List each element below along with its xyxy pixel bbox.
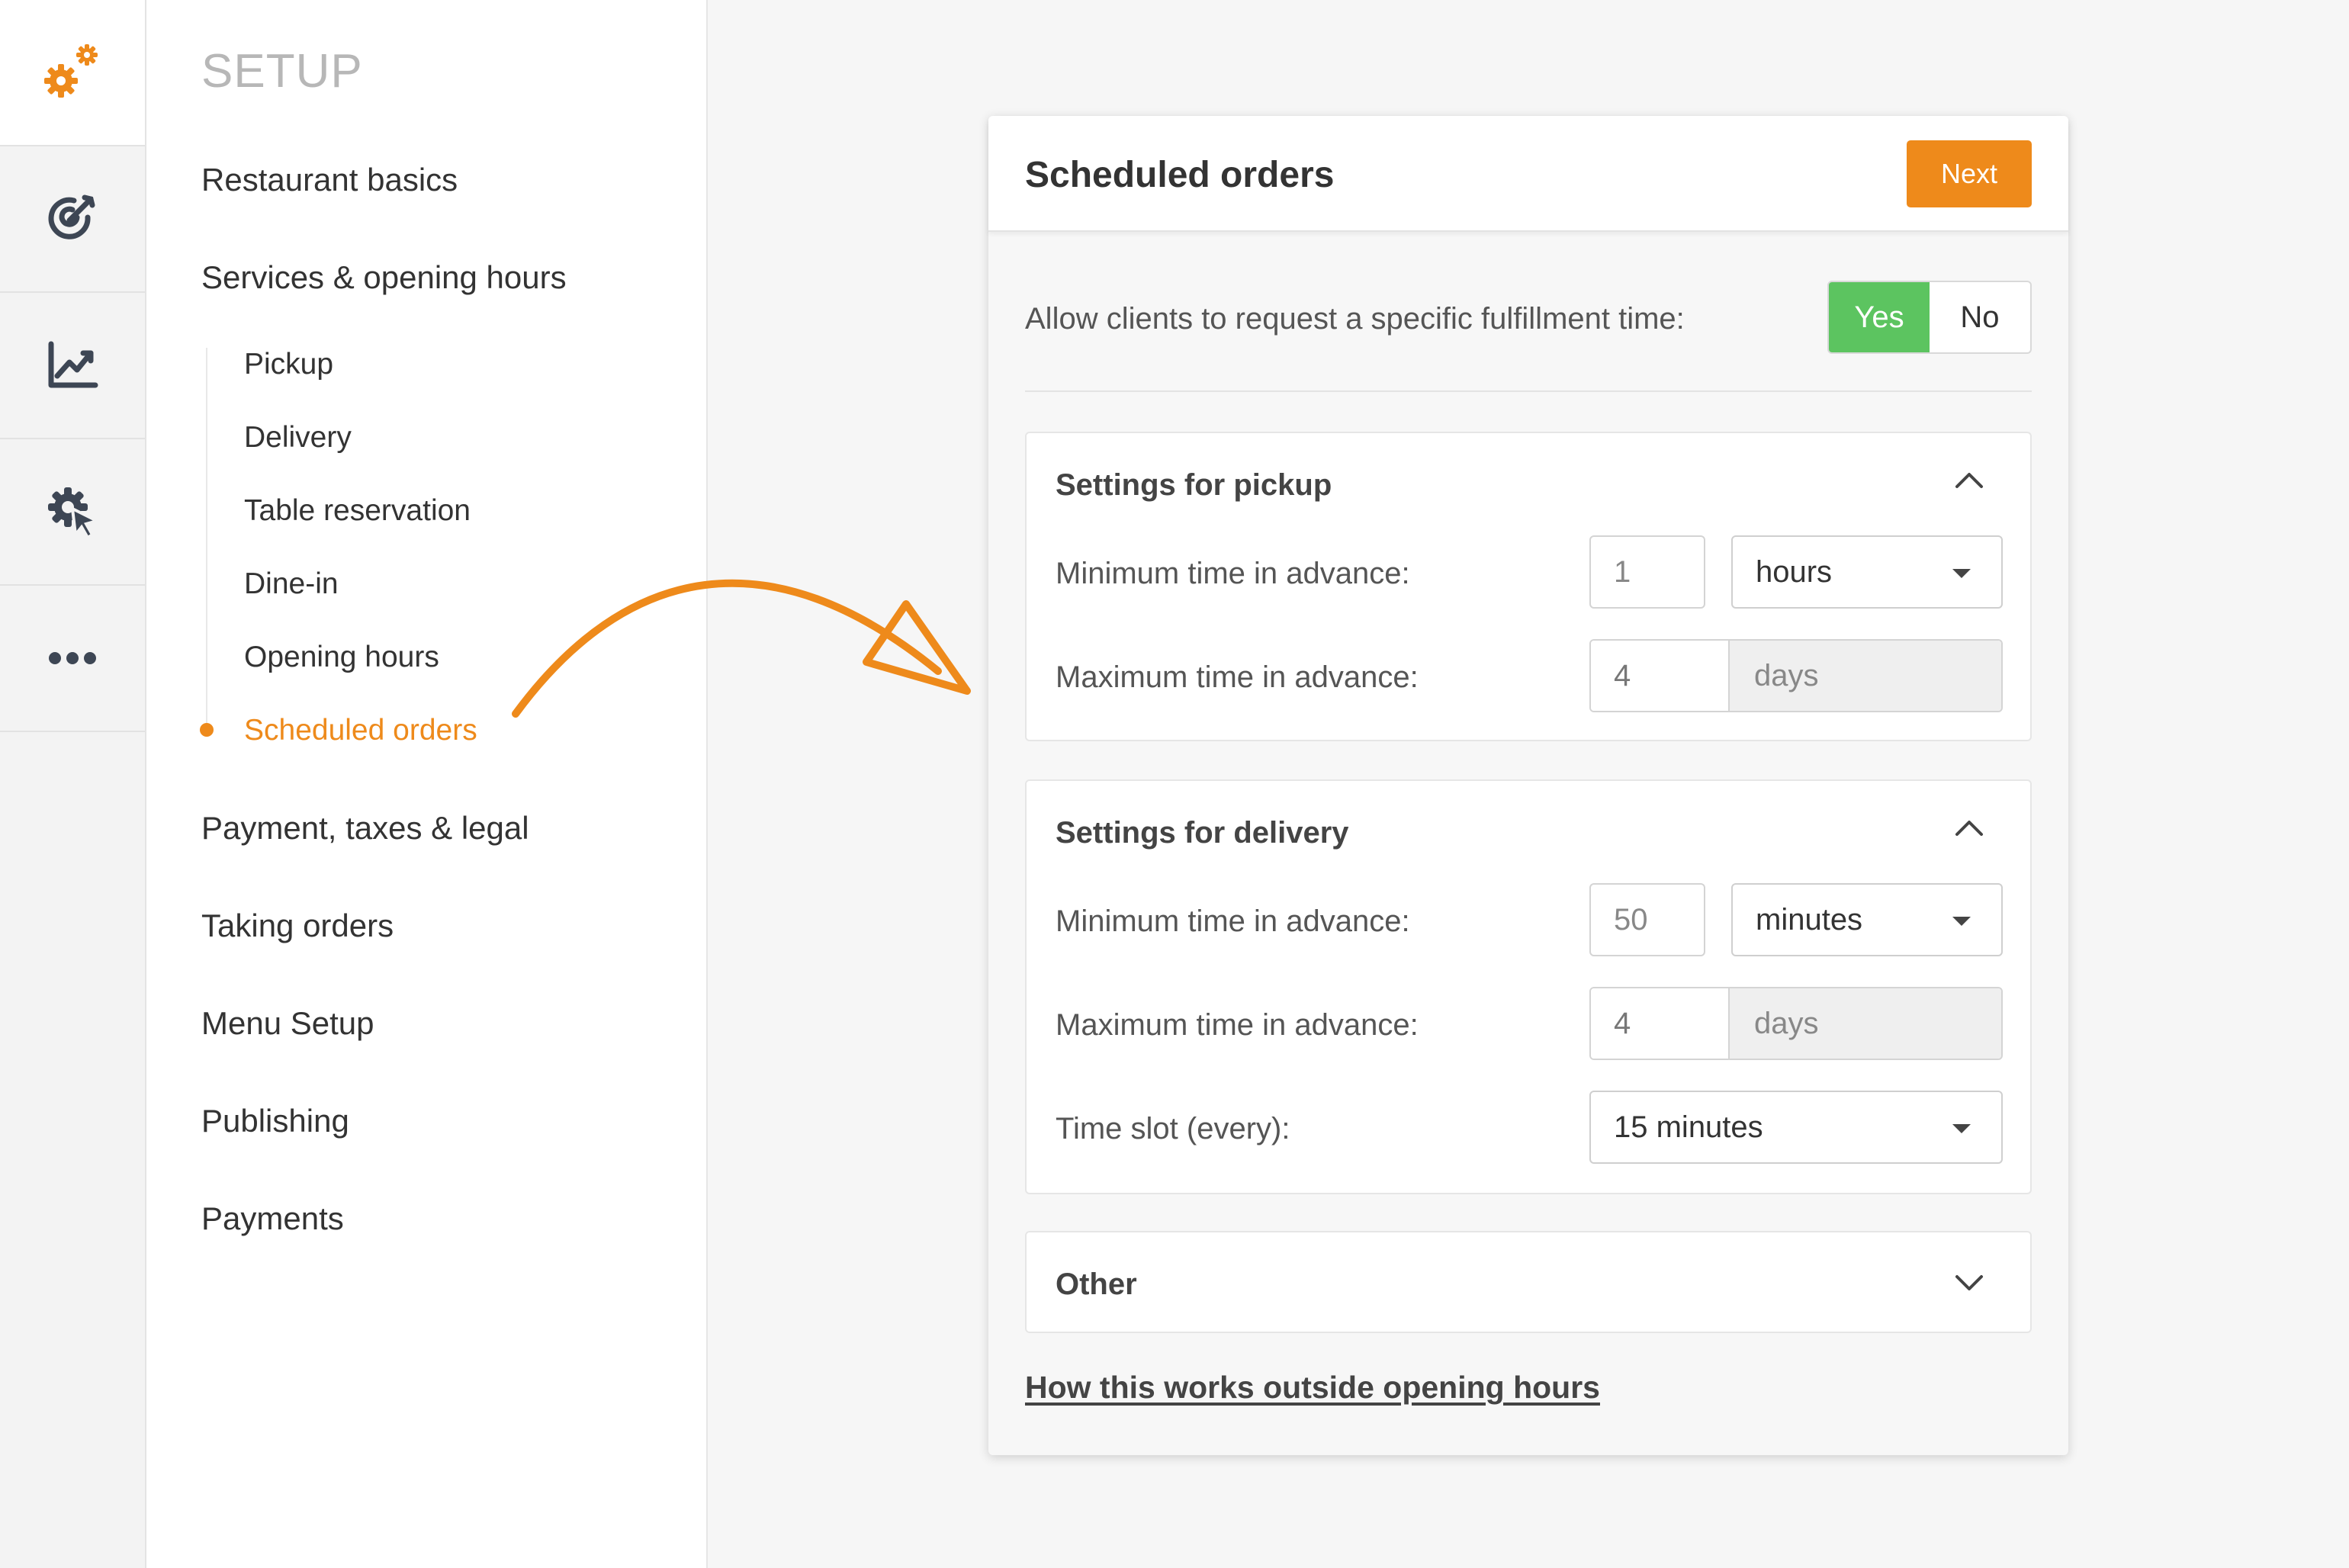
caret-down-icon — [1952, 1124, 1971, 1133]
delivery-min-label: Minimum time in advance: — [1056, 904, 1410, 938]
pickup-max-input[interactable]: 4 — [1591, 641, 1730, 711]
delivery-max-input[interactable]: 4 — [1591, 988, 1730, 1059]
toggle-no[interactable]: No — [1930, 282, 2030, 352]
caret-down-icon — [1952, 569, 1971, 578]
next-button[interactable]: Next — [1907, 140, 2032, 207]
delivery-settings-card: Settings for delivery Minimum time in ad… — [1025, 779, 2032, 1194]
delivery-max-unit: days — [1730, 988, 2001, 1059]
pickup-max-input-group: 4 days — [1589, 639, 2003, 712]
pickup-min-input[interactable]: 1 — [1589, 535, 1705, 609]
pickup-min-unit-select[interactable]: hours — [1731, 535, 2003, 609]
pickup-settings-card: Settings for pickup Minimum time in adva… — [1025, 432, 2032, 741]
divider — [1025, 390, 2032, 392]
pickup-min-unit-value: hours — [1756, 554, 1833, 589]
panel-title: Scheduled orders — [1025, 155, 1335, 195]
delivery-min-input[interactable]: 50 — [1589, 883, 1705, 956]
pickup-min-label: Minimum time in advance: — [1056, 557, 1410, 590]
time-slot-value: 15 minutes — [1614, 1110, 1763, 1144]
delivery-max-label: Maximum time in advance: — [1056, 1008, 1419, 1042]
pickup-max-label: Maximum time in advance: — [1056, 660, 1419, 694]
pickup-card-title: Settings for pickup — [1056, 468, 1332, 502]
other-card-title: Other — [1056, 1268, 1137, 1301]
scheduled-orders-panel: Scheduled orders Next Allow clients to r… — [988, 116, 2068, 1455]
caret-down-icon — [1952, 917, 1971, 926]
toggle-yes[interactable]: Yes — [1829, 282, 1930, 352]
time-slot-select[interactable]: 15 minutes — [1589, 1091, 2003, 1164]
chevron-up-icon[interactable] — [1954, 471, 1984, 493]
pickup-max-unit: days — [1730, 641, 2001, 711]
allow-scheduling-label: Allow clients to request a specific fulf… — [1025, 302, 1685, 336]
time-slot-label: Time slot (every): — [1056, 1112, 1290, 1145]
other-settings-card[interactable]: Other — [1025, 1231, 2032, 1333]
help-link-outside-hours[interactable]: How this works outside opening hours — [1025, 1370, 1600, 1406]
panel-header: Scheduled orders Next — [988, 116, 2068, 232]
delivery-min-unit-value: minutes — [1756, 902, 1863, 937]
delivery-max-input-group: 4 days — [1589, 987, 2003, 1060]
chevron-up-icon[interactable] — [1954, 819, 1984, 841]
allow-scheduling-toggle: Yes No — [1827, 281, 2032, 354]
delivery-card-title: Settings for delivery — [1056, 816, 1349, 850]
delivery-min-unit-select[interactable]: minutes — [1731, 883, 2003, 956]
chevron-down-icon[interactable] — [1954, 1274, 1984, 1296]
